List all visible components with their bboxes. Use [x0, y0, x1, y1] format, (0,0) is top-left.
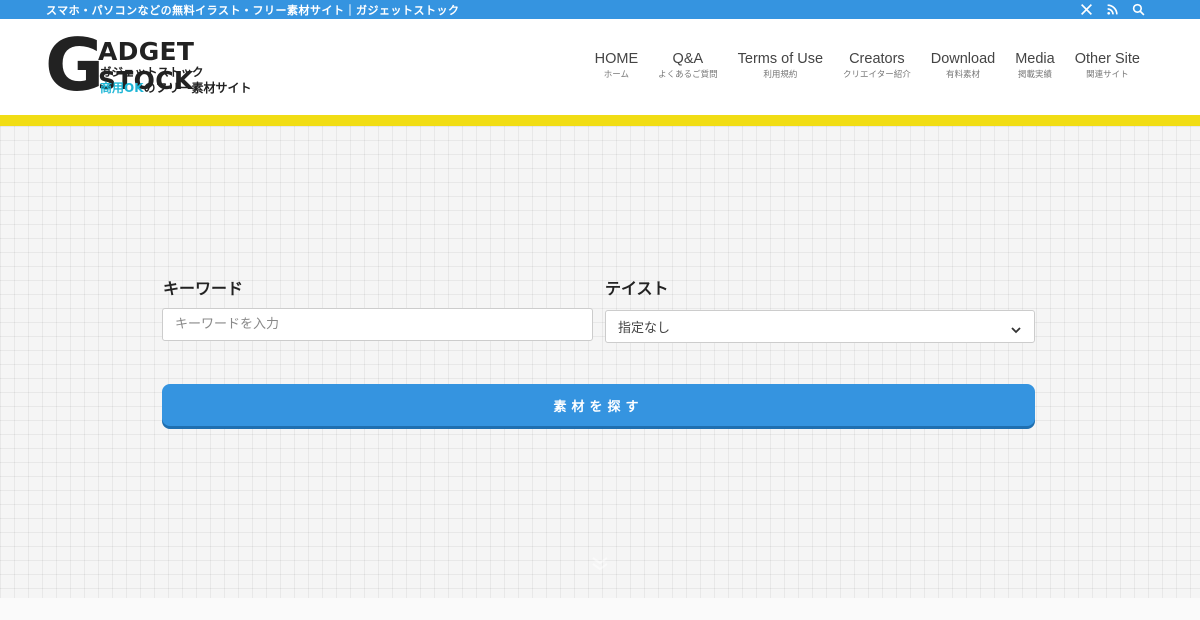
nav-sublabel: 掲載実績 [1017, 70, 1052, 80]
logo-subtitle: 商用OKのフリー素材サイト [100, 79, 252, 96]
search-button[interactable]: 素材を探す [162, 384, 1035, 426]
top-bar: スマホ・パソコンなどの無料イラスト・フリー素材サイト｜ガジェットストック [0, 0, 1200, 19]
nav-label: Terms of Use [737, 51, 824, 67]
nav-item-media[interactable]: Media 掲載実績 [1005, 50, 1065, 81]
nav-sublabel: クリエイター紹介 [843, 70, 911, 80]
scroll-down-icon[interactable] [585, 554, 615, 580]
nav-label: Q&A [672, 51, 704, 67]
nav-item-terms[interactable]: Terms of Use 利用規約 [728, 50, 833, 81]
nav-label: Other Site [1074, 51, 1140, 67]
nav-sublabel: よくあるご質問 [658, 70, 718, 80]
search-icon[interactable] [1131, 3, 1145, 17]
logo-kana: ガジェットストック [100, 65, 204, 79]
social-icons [1079, 3, 1145, 17]
nav-item-download[interactable]: Download 有料素材 [921, 50, 1006, 81]
nav-item-creators[interactable]: Creators クリエイター紹介 [833, 50, 921, 81]
nav-item-other-site[interactable]: Other Site 関連サイト [1065, 50, 1150, 81]
main-nav: HOME ホーム Q&A よくあるご質問 Terms of Use 利用規約 C… [585, 50, 1150, 81]
taste-select-value: 指定なし [618, 321, 671, 336]
logo-sub-ok: OK [124, 81, 144, 95]
keyword-label: キーワード [163, 279, 244, 298]
logo-sub-prefix: 商用 [100, 81, 125, 95]
header-accent-bar [0, 115, 1200, 126]
nav-sublabel: 関連サイト [1086, 70, 1129, 80]
nav-label: Creators [849, 51, 905, 67]
nav-item-home[interactable]: HOME ホーム [585, 50, 649, 81]
keyword-input[interactable] [162, 308, 593, 341]
rss-icon[interactable] [1105, 3, 1119, 17]
logo-letter: G [45, 23, 104, 107]
x-icon[interactable] [1079, 3, 1093, 17]
nav-sublabel: 有料素材 [945, 70, 980, 80]
site-tagline: スマホ・パソコンなどの無料イラスト・フリー素材サイト｜ガジェットストック [46, 3, 460, 17]
nav-sublabel: 利用規約 [763, 70, 798, 80]
chevron-down-icon [1010, 321, 1022, 333]
taste-select[interactable]: 指定なし [605, 310, 1035, 343]
site-header: G ADGET STOCK ガジェットストック 商用OKのフリー素材サイト HO… [0, 19, 1200, 115]
search-button-label: 素材を探す [553, 399, 644, 415]
nav-label: HOME [594, 51, 639, 67]
nav-item-qa[interactable]: Q&A よくあるご質問 [648, 50, 728, 81]
nav-label: Media [1015, 51, 1055, 67]
search-hero [0, 126, 1200, 598]
nav-label: Download [930, 51, 996, 67]
logo-sub-suffix: のフリー素材サイト [143, 81, 252, 95]
taste-label: テイスト [605, 279, 669, 298]
footer-strip [0, 598, 1200, 620]
nav-sublabel: ホーム [603, 70, 629, 80]
site-logo[interactable]: G ADGET STOCK ガジェットストック 商用OKのフリー素材サイト [45, 29, 285, 101]
